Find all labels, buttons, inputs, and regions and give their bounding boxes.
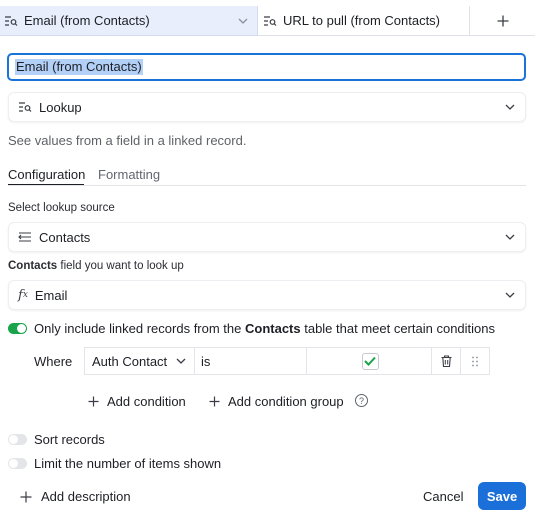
plus-icon — [88, 396, 99, 407]
condition-field-select[interactable]: Auth Contact — [84, 347, 195, 375]
lookup-source-value: Contacts — [39, 229, 91, 245]
field-type-select[interactable]: Lookup — [8, 92, 526, 122]
conditions-toggle[interactable] — [8, 323, 27, 334]
add-condition-button[interactable]: Add condition — [88, 394, 186, 409]
lookup-icon — [4, 15, 18, 27]
column-header-url[interactable]: URL to pull (from Contacts) — [258, 6, 470, 36]
conditions-text-post: table that meet certain conditions — [300, 321, 495, 336]
chevron-down-icon — [505, 104, 515, 110]
checkbox-checked-icon[interactable] — [361, 352, 379, 370]
field-type-description: See values from a field in a linked reco… — [8, 133, 247, 148]
column-header-label: URL to pull (from Contacts) — [283, 13, 441, 28]
plus-icon — [497, 15, 509, 27]
lookup-source-label: Select lookup source — [8, 202, 115, 214]
add-field-button[interactable] — [470, 6, 535, 36]
chevron-down-icon — [505, 292, 515, 298]
condition-operator-select[interactable]: is — [194, 347, 307, 375]
lookup-icon — [18, 101, 32, 113]
plus-icon — [20, 491, 32, 503]
column-header-email[interactable]: Email (from Contacts) — [0, 6, 258, 36]
column-header-label: Email (from Contacts) — [24, 13, 150, 28]
limit-items-toggle[interactable] — [8, 458, 27, 469]
add-description-label: Add description — [41, 489, 131, 504]
trash-icon — [441, 355, 452, 367]
limit-items-label: Limit the number of items shown — [34, 456, 222, 471]
drag-handle-icon — [472, 356, 478, 367]
conditions-text-pre: Only include linked records from the — [34, 321, 245, 336]
add-condition-group-label: Add condition group — [228, 394, 344, 409]
linked-record-icon — [18, 232, 32, 242]
field-name-input[interactable]: Email (from Contacts) — [7, 53, 526, 81]
add-condition-label: Add condition — [107, 394, 186, 409]
condition-operator-value: is — [201, 353, 211, 369]
lookup-icon — [263, 15, 277, 27]
formula-icon: fx — [18, 287, 28, 303]
tabs-divider — [8, 185, 526, 186]
lookup-source-select[interactable]: Contacts — [8, 222, 526, 252]
condition-row: Auth Contact is — [84, 347, 490, 375]
drag-condition-handle[interactable] — [460, 347, 490, 375]
condition-field-value: Auth Contact — [92, 353, 168, 369]
lookup-field-label-table: Contacts — [8, 260, 58, 272]
tab-formatting[interactable]: Formatting — [98, 167, 160, 182]
sort-records-toggle[interactable] — [8, 434, 27, 445]
sort-records-label: Sort records — [34, 432, 105, 447]
conditions-toggle-label: Only include linked records from the Con… — [34, 321, 495, 336]
condition-where-label: Where — [34, 354, 73, 369]
chevron-down-icon — [176, 358, 186, 364]
tab-configuration[interactable]: Configuration — [8, 167, 85, 182]
field-name-value: Email (from Contacts) — [15, 59, 143, 75]
chevron-down-icon[interactable] — [238, 18, 248, 24]
field-type-label: Lookup — [39, 99, 82, 115]
conditions-text-table: Contacts — [244, 321, 301, 336]
delete-condition-button[interactable] — [431, 347, 461, 375]
lookup-field-label: Contacts field you want to look up — [8, 260, 184, 272]
save-button[interactable]: Save — [478, 482, 526, 510]
chevron-down-icon — [505, 234, 515, 240]
lookup-field-label-rest: field you want to look up — [57, 260, 184, 272]
plus-icon — [209, 396, 220, 407]
add-description-button[interactable]: Add description — [20, 489, 131, 504]
condition-value-checkbox-cell[interactable] — [306, 347, 432, 375]
add-condition-group-button[interactable]: Add condition group — [209, 394, 344, 409]
lookup-field-select[interactable]: fx Email — [8, 280, 526, 310]
help-icon[interactable]: ? — [355, 394, 368, 407]
lookup-field-value: Email — [34, 287, 68, 303]
cancel-button[interactable]: Cancel — [423, 489, 463, 504]
